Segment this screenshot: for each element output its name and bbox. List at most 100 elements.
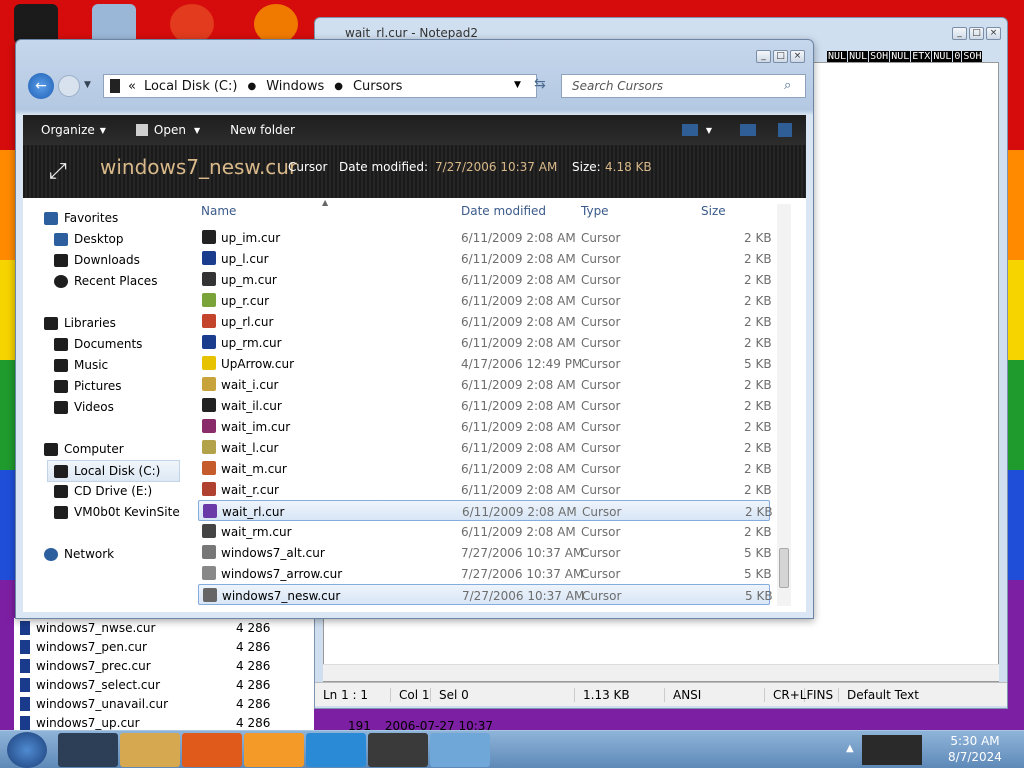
nav-computer[interactable]: Computer [44,442,124,456]
forward-arrow-icon[interactable] [58,75,80,97]
file-row[interactable]: windows7_arrow.cur 7/27/2006 10:37 AM Curs… [198,563,772,584]
desktop-icon-3[interactable] [170,4,214,44]
column-name[interactable]: Name [201,204,236,218]
file-type: Cursor [581,567,621,581]
history-chevron-icon[interactable]: ▼ [84,80,91,90]
file-size: 2 KB [744,378,772,392]
nav-vm-share[interactable]: VM0b0t KevinSite [54,505,180,519]
list-item[interactable]: windows7_pen.cur 4 286 [14,637,314,656]
file-row[interactable]: up_im.cur 6/11/2009 2:08 AM Cursor 2 KB [198,227,772,248]
list-item[interactable]: windows7_prec.cur 4 286 [14,656,314,675]
nav-recent-places[interactable]: Recent Places [54,274,157,288]
column-size[interactable]: Size [701,204,726,218]
taskbar-item-7[interactable] [430,733,490,767]
file-row[interactable]: wait_rl.cur 6/11/2009 2:08 AM Cursor 2 KB [198,500,773,521]
file-row[interactable]: wait_il.cur 6/11/2009 2:08 AM Cursor 2 KB [198,395,772,416]
back-arrow-icon[interactable]: ← [28,73,54,99]
file-row[interactable]: wait_m.cur 6/11/2009 2:08 AM Cursor 2 KB [198,458,772,479]
list-item[interactable]: windows7_select.cur 4 286 [14,675,314,694]
file-row[interactable]: UpArrow.cur 4/17/2006 12:49 PM Cursor 5 KB [198,353,772,374]
desktop-icon-1[interactable] [14,4,58,44]
maximize-button[interactable]: □ [969,27,984,40]
organize-button[interactable]: Organize [41,123,95,137]
file-icon [20,696,30,711]
cursor-file-icon [202,377,216,391]
address-dropdown-icon[interactable]: ▼ [514,80,521,90]
status-size: 1.13 KB [575,687,665,702]
nav-documents[interactable]: Documents [54,337,142,351]
nav-cd-drive[interactable]: CD Drive (E:) [54,484,152,498]
minimize-button[interactable]: _ [756,50,771,63]
file-row[interactable]: wait_r.cur 6/11/2009 2:08 AM Cursor 2 KB [198,479,772,500]
nav-music[interactable]: Music [54,358,108,372]
file-row[interactable]: up_r.cur 6/11/2009 2:08 AM Cursor 2 KB [198,290,772,311]
view-icon[interactable] [681,124,698,136]
file-row[interactable]: up_rm.cur 6/11/2009 2:08 AM Cursor 2 KB [198,332,772,353]
recent-icon [54,274,68,288]
taskbar-item-1[interactable] [58,733,118,767]
cursor-file-icon [202,335,216,349]
column-date[interactable]: Date modified [461,204,546,218]
file-row[interactable]: up_rl.cur 6/11/2009 2:08 AM Cursor 2 KB [198,311,772,332]
desktop-icon-4[interactable] [254,4,298,44]
minimize-button[interactable]: _ [952,27,967,40]
7zip-icon[interactable] [368,733,428,767]
cursor-file-icon [203,504,217,518]
cursor-file-icon [202,356,216,370]
taskbar-item-4[interactable] [244,733,304,767]
file-row[interactable]: wait_i.cur 6/11/2009 2:08 AM Cursor 2 KB [198,374,772,395]
new-folder-button[interactable]: New folder [230,123,295,137]
taskbar-item-2[interactable] [120,733,180,767]
nav-network[interactable]: Network [44,547,114,561]
vertical-scrollbar[interactable] [777,204,791,606]
edge-icon[interactable] [306,733,366,767]
tray-icons[interactable] [862,735,922,765]
maximize-button[interactable]: □ [773,50,788,63]
horizontal-scrollbar[interactable] [323,664,999,681]
nav-local-disk[interactable]: Local Disk (C:) [47,460,180,482]
search-icon[interactable]: ⌕ [784,78,791,93]
file-name: up_l.cur [221,252,269,266]
tray-expand-icon[interactable]: ▲ [846,743,854,754]
column-headers: Name ▲ Date modified Type Size [198,198,793,220]
list-item[interactable]: windows7_unavail.cur 4 286 [14,694,314,713]
clock-date: 8/7/2024 [948,750,1002,764]
desktop-icon-2[interactable] [92,4,136,44]
nav-libraries[interactable]: Libraries [44,316,116,330]
firefox-icon[interactable] [182,733,242,767]
open-button[interactable]: Open [154,123,186,137]
breadcrumb-cursors[interactable]: Cursors [353,79,403,94]
nav-desktop[interactable]: Desktop [54,232,124,246]
refresh-icon[interactable]: ⇆ [534,76,546,92]
close-button[interactable]: × [790,50,805,63]
explorer-content: Favorites Desktop Downloads Recent Place… [23,198,806,612]
breadcrumb-windows[interactable]: Windows [266,79,324,94]
clock[interactable]: 5:30 AM 8/7/2024 [936,733,1014,765]
nav-videos[interactable]: Videos [54,400,114,414]
overflow-chevron-icon[interactable]: « [128,79,136,94]
file-row[interactable]: windows7_nesw.cur 7/27/2006 10:37 AM Curso… [198,584,773,605]
breadcrumb-local-disk[interactable]: Local Disk (C:) [144,79,237,94]
file-row[interactable]: wait_l.cur 6/11/2009 2:08 AM Cursor 2 KB [198,437,772,458]
close-button[interactable]: × [986,27,1001,40]
file-size: 2 KB [744,525,772,539]
start-button[interactable] [7,732,47,768]
libraries-icon [44,316,58,330]
file-row[interactable]: wait_im.cur 6/11/2009 2:08 AM Cursor 2 KB [198,416,772,437]
scrollbar-thumb[interactable] [779,548,789,588]
preview-pane-icon[interactable] [740,124,756,136]
search-input[interactable]: Search Cursors [561,74,806,98]
help-icon[interactable] [778,123,792,137]
file-date: 7/27/2006 10:37 AM [462,589,585,603]
file-row[interactable]: wait_rm.cur 6/11/2009 2:08 AM Cursor 2 KB [198,521,772,542]
file-date: 6/11/2009 2:08 AM [461,336,576,350]
nav-pictures[interactable]: Pictures [54,379,122,393]
file-row[interactable]: windows7_alt.cur 7/27/2006 10:37 AM Cursor… [198,542,772,563]
file-row[interactable]: up_l.cur 6/11/2009 2:08 AM Cursor 2 KB [198,248,772,269]
list-item[interactable]: windows7_nwse.cur 4 286 [14,618,314,637]
column-type[interactable]: Type [581,204,609,218]
address-bar[interactable]: « Local Disk (C:) ● Windows ● Cursors [103,74,537,98]
file-row[interactable]: up_m.cur 6/11/2009 2:08 AM Cursor 2 KB [198,269,772,290]
nav-favorites[interactable]: Favorites [44,211,118,225]
nav-downloads[interactable]: Downloads [54,253,140,267]
